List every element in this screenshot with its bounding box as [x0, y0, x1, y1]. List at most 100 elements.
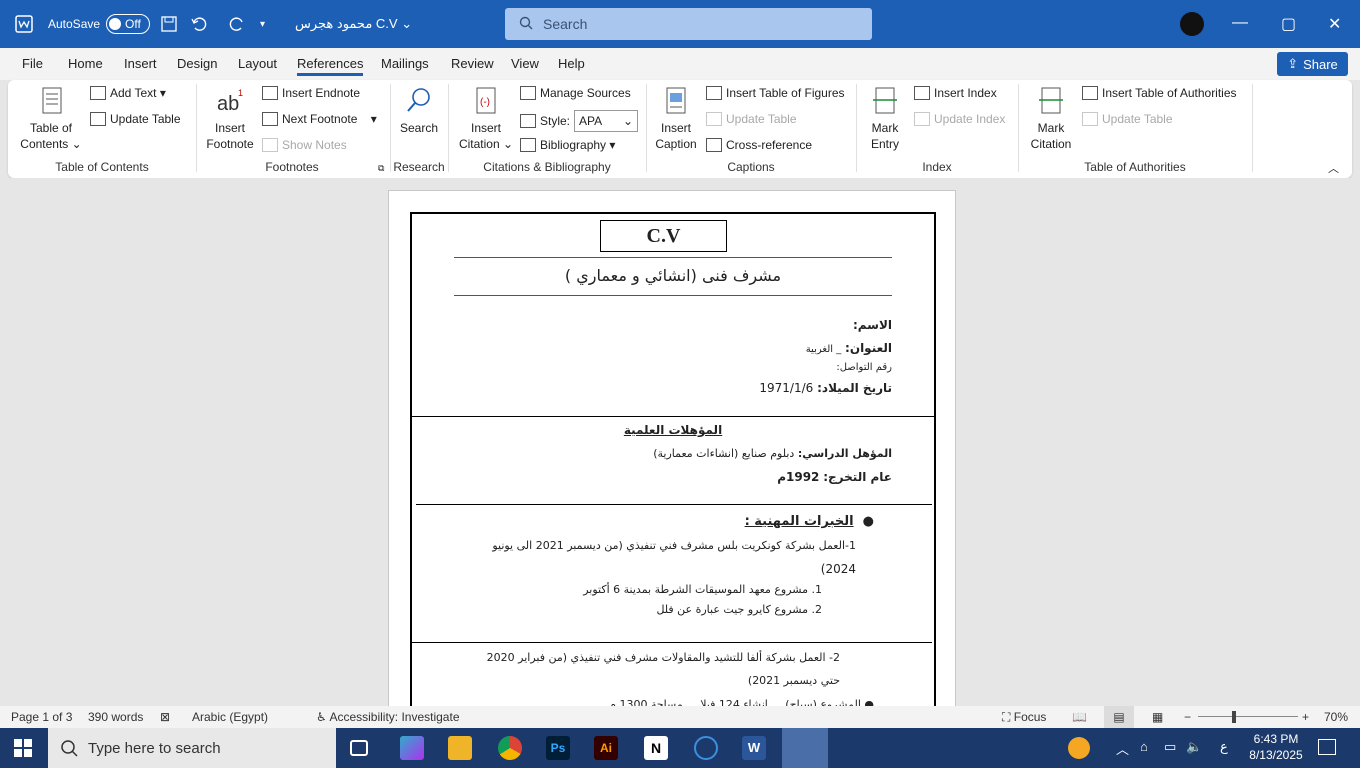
tab-references[interactable]: References — [297, 56, 364, 76]
web-layout-icon[interactable]: ▦ — [1152, 710, 1163, 724]
zoom-level[interactable]: 70% — [1324, 710, 1348, 724]
search-icon — [519, 16, 533, 33]
tab-file[interactable]: File — [22, 56, 43, 71]
network-icon[interactable]: ⌂ — [1140, 739, 1148, 754]
job-title: مشرف فنى (انشائي و معماري ) — [564, 266, 782, 285]
style-selector[interactable]: Style: APA ⌄ — [520, 110, 639, 132]
search-button[interactable]: Search — [396, 86, 442, 136]
volume-icon[interactable]: 🔈 — [1186, 739, 1202, 755]
add-text-button[interactable]: Add Text ▾ — [90, 86, 166, 100]
insert-table-of-figures-button[interactable]: Insert Table of Figures — [706, 86, 845, 100]
tray-chevron-icon[interactable]: ︿ — [1116, 739, 1129, 758]
share-button[interactable]: ⇪ Share — [1277, 52, 1348, 76]
cross-reference-button[interactable]: Cross-reference — [706, 138, 812, 152]
page-border: C.V مشرف فنى (انشائي و معماري ) الاسم: ا… — [410, 212, 936, 706]
insert-caption-button[interactable]: Insert Caption — [652, 86, 700, 152]
update-table-icon — [90, 112, 106, 126]
weather-icon[interactable] — [1068, 737, 1090, 759]
insert-citation-button[interactable]: (-) Insert Citation ⌄ — [454, 86, 518, 152]
focus-mode[interactable]: ⛶ Focus — [1002, 710, 1046, 725]
update-table-captions-button[interactable]: Update Table — [706, 112, 797, 126]
redo-icon[interactable] — [228, 12, 246, 36]
save-icon[interactable] — [160, 12, 178, 36]
user-avatar[interactable] — [1180, 12, 1204, 36]
zoom-slider-thumb[interactable] — [1232, 711, 1236, 723]
tab-help[interactable]: Help — [558, 56, 585, 71]
read-mode-icon[interactable]: 📖 — [1072, 710, 1087, 724]
insert-endnote-button[interactable]: Insert Endnote — [262, 86, 360, 100]
tab-layout[interactable]: Layout — [238, 56, 277, 71]
search-box[interactable]: Search — [505, 8, 872, 40]
input-language[interactable]: ع — [1220, 739, 1228, 755]
word-taskbar-icon[interactable]: W — [742, 736, 766, 760]
page-count[interactable]: Page 1 of 3 — [11, 710, 72, 724]
photoshop-icon[interactable]: Ps — [546, 736, 570, 760]
clock[interactable]: 6:43 PM 8/13/2025 — [1244, 731, 1308, 763]
document-page[interactable]: C.V مشرف فنى (انشائي و معماري ) الاسم: ا… — [388, 190, 956, 706]
tab-home[interactable]: Home — [68, 56, 103, 71]
minimize-icon[interactable]: — — [1232, 14, 1248, 32]
name-label: الاسم: — [852, 318, 892, 332]
tab-view[interactable]: View — [511, 56, 539, 71]
copilot-icon[interactable] — [400, 736, 424, 760]
notion-icon[interactable]: N — [644, 736, 668, 760]
taskbar-search[interactable]: Type here to search — [48, 728, 336, 768]
insert-footnote-button[interactable]: ab 1 Insert Footnote — [202, 86, 258, 152]
battery-icon[interactable]: ▭ — [1164, 739, 1176, 755]
accessibility-icon: ♿ — [316, 710, 327, 724]
collapse-ribbon-icon[interactable]: ︿ — [1328, 160, 1339, 176]
mark-citation-button[interactable]: Mark Citation — [1026, 86, 1076, 152]
autosave-toggle[interactable]: Off — [106, 14, 151, 34]
tab-mailings[interactable]: Mailings — [381, 56, 429, 71]
accessibility-status[interactable]: ♿ Accessibility: Investigate — [316, 710, 460, 724]
update-table-toa-button[interactable]: Update Table — [1082, 112, 1173, 126]
table-of-authorities-icon — [1082, 86, 1098, 100]
word-count[interactable]: 390 words — [88, 710, 143, 724]
zoom-slider[interactable] — [1198, 716, 1298, 717]
experience-1-line2: 2024) — [820, 562, 856, 576]
insert-index-button[interactable]: Insert Index — [914, 86, 997, 100]
tab-design[interactable]: Design — [177, 56, 217, 71]
title-bar: AutoSave Off ▾ محمود هجرس C.V ⌄ Search —… — [0, 0, 1360, 48]
experience-1-item-2: 2. مشروع كايرو جيت عبارة عن فلل — [656, 603, 822, 616]
qualification-line: المؤهل الدراسي: دبلوم صنايع (انشاءات معم… — [653, 447, 892, 460]
chrome-icon[interactable] — [498, 736, 522, 760]
show-notes-icon — [262, 138, 278, 152]
insert-table-of-authorities-button[interactable]: Insert Table of Authorities — [1082, 86, 1237, 100]
update-index-button[interactable]: Update Index — [914, 112, 1005, 126]
caption-icon — [666, 87, 686, 114]
show-notes-button[interactable]: Show Notes — [262, 138, 347, 152]
add-text-icon — [90, 86, 106, 100]
close-icon[interactable]: ✕ — [1328, 14, 1341, 34]
undo-icon[interactable] — [190, 12, 208, 36]
language[interactable]: Arabic (Egypt) — [192, 710, 268, 724]
contact-label: رقم التواصل: — [836, 362, 892, 373]
zoom-in-icon[interactable]: + — [1302, 710, 1309, 724]
todo-icon[interactable] — [694, 736, 718, 760]
print-layout-icon[interactable]: ▤ — [1104, 706, 1134, 728]
file-explorer-icon[interactable] — [448, 736, 472, 760]
word-icon — [14, 12, 34, 36]
document-title[interactable]: محمود هجرس C.V ⌄ — [295, 12, 412, 36]
tab-insert[interactable]: Insert — [124, 56, 157, 71]
illustrator-icon[interactable]: Ai — [594, 736, 618, 760]
windows-start-icon[interactable] — [14, 739, 32, 760]
bibliography-button[interactable]: Bibliography ▾ — [520, 138, 615, 152]
footnotes-dialog-launcher-icon[interactable]: ⧉ — [378, 163, 384, 174]
autosave[interactable]: AutoSave Off — [48, 12, 151, 36]
active-app-icon[interactable] — [782, 728, 828, 768]
next-footnote-button[interactable]: Next Footnote ▾ — [262, 112, 377, 126]
zoom-out-icon[interactable]: − — [1184, 710, 1191, 724]
table-of-contents-button[interactable]: Table of Contents ⌄ — [20, 86, 82, 152]
style-dropdown[interactable]: APA ⌄ — [574, 110, 639, 132]
update-table-button[interactable]: Update Table — [90, 112, 181, 126]
customize-qat-icon[interactable]: ▾ — [260, 12, 265, 36]
proofing-icon[interactable]: ⊠ — [160, 710, 170, 724]
notifications-icon[interactable] — [1318, 739, 1336, 755]
tab-review[interactable]: Review — [451, 56, 494, 71]
restore-icon[interactable]: ▢ — [1281, 14, 1296, 34]
manage-sources-button[interactable]: Manage Sources — [520, 86, 631, 100]
mark-entry-button[interactable]: Mark Entry — [864, 86, 906, 152]
document-canvas[interactable]: C.V مشرف فنى (انشائي و معماري ) الاسم: ا… — [0, 178, 1360, 706]
task-view-icon[interactable] — [350, 740, 368, 756]
